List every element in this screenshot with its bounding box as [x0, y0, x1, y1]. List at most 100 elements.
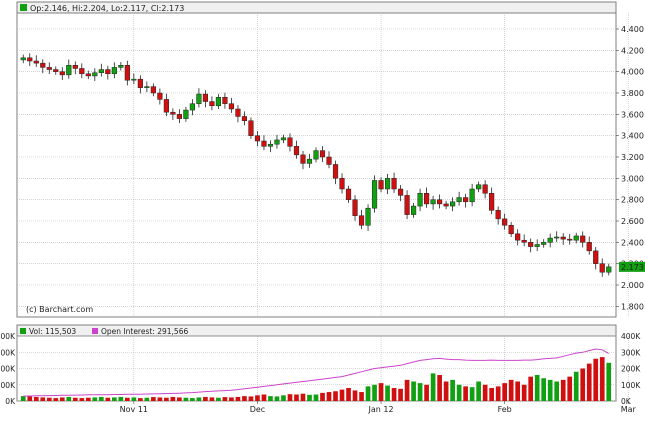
- price-tick-label: 4.200: [621, 46, 644, 55]
- candle-body: [599, 263, 605, 273]
- volume-bar: [521, 384, 527, 401]
- candle-body: [580, 235, 586, 243]
- volume-bar: [105, 397, 111, 401]
- candle-body: [437, 199, 443, 205]
- volume-bar: [313, 394, 319, 401]
- candle-body: [410, 205, 417, 215]
- candle-body: [404, 195, 410, 215]
- candle-body: [489, 193, 495, 211]
- candle-body: [274, 139, 280, 145]
- volume-bar: [229, 397, 234, 401]
- volume-bar: [53, 398, 59, 401]
- volume-bar: [326, 392, 332, 401]
- candle-body: [46, 67, 52, 70]
- candle-body: [98, 69, 104, 73]
- candle-body: [293, 146, 300, 156]
- volume-bar: [385, 385, 390, 401]
- x-tick-label: Jan 12: [368, 405, 394, 414]
- price-tick-label: 2.400: [621, 238, 644, 247]
- candle-body: [306, 158, 313, 164]
- candle-body: [476, 184, 482, 190]
- volume-legend-swatch: [20, 328, 26, 334]
- volume-bar: [235, 396, 241, 401]
- volume-bar: [203, 396, 208, 401]
- volume-bar: [85, 397, 91, 401]
- volume-bar: [190, 398, 195, 401]
- volume-bar: [79, 398, 85, 401]
- volume-bar: [378, 383, 384, 401]
- candle-body: [280, 137, 287, 141]
- price-tick-label: 4.000: [621, 68, 644, 77]
- volume-bar: [255, 395, 260, 401]
- candle-body: [144, 86, 150, 88]
- candle-body: [502, 218, 508, 226]
- volume-bar: [463, 386, 468, 401]
- volume-bar: [541, 378, 547, 401]
- candle-body: [150, 86, 156, 94]
- candle-body: [417, 193, 423, 207]
- volume-tick-label: 0K: [5, 397, 16, 406]
- candle-body: [124, 65, 130, 81]
- price-tick-label: 2.800: [621, 196, 644, 205]
- candle-body: [85, 73, 91, 77]
- price-tick-label: 4.400: [621, 25, 644, 34]
- candle-body: [157, 92, 163, 100]
- candle-body: [261, 140, 267, 147]
- volume-bar: [320, 392, 325, 401]
- candle-body: [222, 97, 228, 104]
- volume-bar: [287, 394, 293, 401]
- volume-bar: [456, 384, 462, 401]
- volume-bar: [352, 390, 358, 401]
- candle-body: [105, 69, 111, 75]
- candle-body: [495, 210, 501, 220]
- candle-body: [189, 103, 195, 111]
- last-price-label: 2.173: [621, 263, 644, 272]
- x-tick-label: Dec: [250, 405, 265, 414]
- volume-tick-label: 300K: [0, 348, 16, 357]
- volume-legend: Vol: 115,503: [29, 327, 76, 336]
- candle-body: [443, 203, 449, 207]
- volume-bar: [346, 388, 351, 401]
- volume-tick-label: 200K: [621, 365, 641, 374]
- candle-body: [345, 188, 352, 200]
- candle-body: [170, 111, 176, 115]
- volume-bar: [534, 375, 540, 401]
- volume-bar: [573, 371, 579, 401]
- volume-bar: [333, 391, 338, 401]
- volume-bar: [567, 376, 573, 401]
- ohlc-legend-swatch: [20, 4, 27, 11]
- candle-body: [79, 68, 85, 75]
- price-tick-label: 3.400: [621, 132, 644, 141]
- volume-tick-label: 300K: [621, 348, 641, 357]
- candle-body: [332, 164, 339, 179]
- x-tick-label: Feb: [498, 405, 512, 414]
- watermark: (c) Barchart.com: [26, 305, 93, 314]
- candle-body: [463, 197, 469, 203]
- volume-bar: [606, 362, 612, 401]
- volume-tick-label: 400K: [621, 332, 641, 341]
- candle-body: [202, 93, 208, 102]
- volume-bar: [261, 394, 267, 401]
- candle-body: [40, 62, 46, 68]
- volume-bar: [365, 386, 371, 401]
- volume-bar: [339, 389, 345, 401]
- candle-body: [606, 266, 612, 273]
- volume-bar: [554, 381, 560, 401]
- volume-tick-label: 100K: [621, 381, 641, 390]
- candle-body: [137, 78, 143, 88]
- volume-bar: [476, 381, 481, 401]
- volume-bar: [151, 397, 156, 401]
- candle-body: [397, 188, 404, 196]
- candle-body: [567, 238, 573, 241]
- candle-body: [508, 225, 514, 235]
- volume-bar: [593, 358, 599, 401]
- price-tick-label: 3.600: [621, 110, 644, 119]
- volume-bar: [72, 397, 78, 401]
- x-tick-label: Mar: [621, 405, 637, 414]
- candle-body: [534, 244, 540, 247]
- volume-bar: [183, 397, 189, 401]
- volume-bar: [528, 376, 534, 401]
- volume-bar: [131, 397, 137, 401]
- candle-body: [111, 67, 117, 75]
- x-tick-label: Nov 11: [120, 405, 148, 414]
